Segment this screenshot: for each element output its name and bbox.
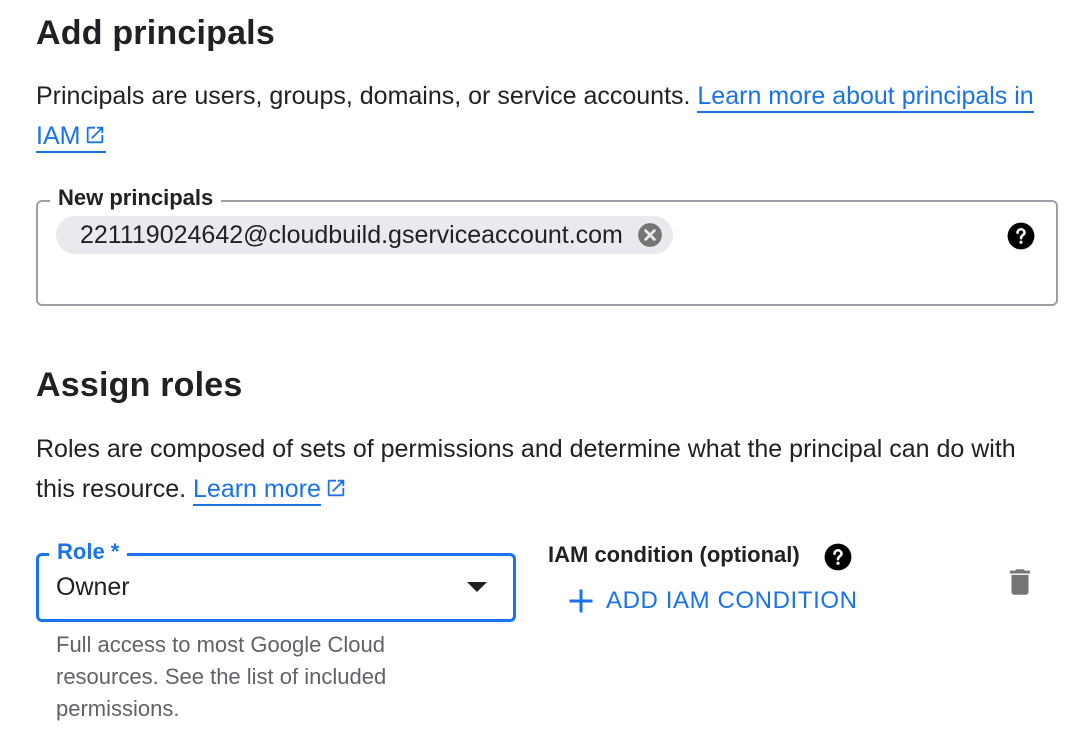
add-principals-description: Principals are users, groups, domains, o…: [36, 76, 1046, 156]
role-description: Full access to most Google Cloud resourc…: [56, 632, 387, 721]
plus-icon: [569, 589, 593, 613]
learn-more-roles-label: Learn more: [193, 475, 321, 503]
new-principals-field[interactable]: New principals 221119024642@cloudbuild.g…: [36, 185, 1058, 306]
assign-roles-description: Roles are composed of sets of permission…: [36, 429, 1036, 509]
principal-chip: 221119024642@cloudbuild.gserviceaccount.…: [56, 216, 673, 254]
add-iam-condition-label: ADD IAM CONDITION: [606, 587, 858, 614]
learn-more-roles-link[interactable]: Learn more: [193, 475, 321, 506]
add-iam-condition-button[interactable]: ADD IAM CONDITION: [566, 586, 858, 616]
external-link-icon: [87, 126, 104, 144]
principal-chip-label: 221119024642@cloudbuild.gserviceaccount.…: [80, 220, 623, 249]
assign-roles-description-text: Roles are composed of sets of permission…: [36, 435, 1016, 503]
role-field-label: Role *: [49, 539, 128, 565]
assign-roles-heading: Assign roles: [36, 366, 243, 404]
trash-icon[interactable]: [1003, 565, 1037, 599]
iam-condition-label: IAM condition (optional): [548, 542, 800, 567]
add-principals-page: Add principals Principals are users, gro…: [0, 0, 1090, 748]
cancel-circle-icon[interactable]: [637, 222, 663, 248]
add-principals-heading: Add principals: [36, 14, 275, 52]
role-select[interactable]: Role * Owner: [36, 539, 516, 622]
help-circle-icon[interactable]: [824, 543, 852, 571]
external-link-icon: [327, 479, 345, 497]
arrow-drop-down-icon: [467, 582, 487, 592]
role-selected-value: Owner: [56, 573, 130, 601]
add-principals-description-text: Principals are users, groups, domains, o…: [36, 82, 698, 110]
help-circle-icon[interactable]: [1007, 222, 1035, 250]
new-principals-label: New principals: [50, 185, 222, 211]
